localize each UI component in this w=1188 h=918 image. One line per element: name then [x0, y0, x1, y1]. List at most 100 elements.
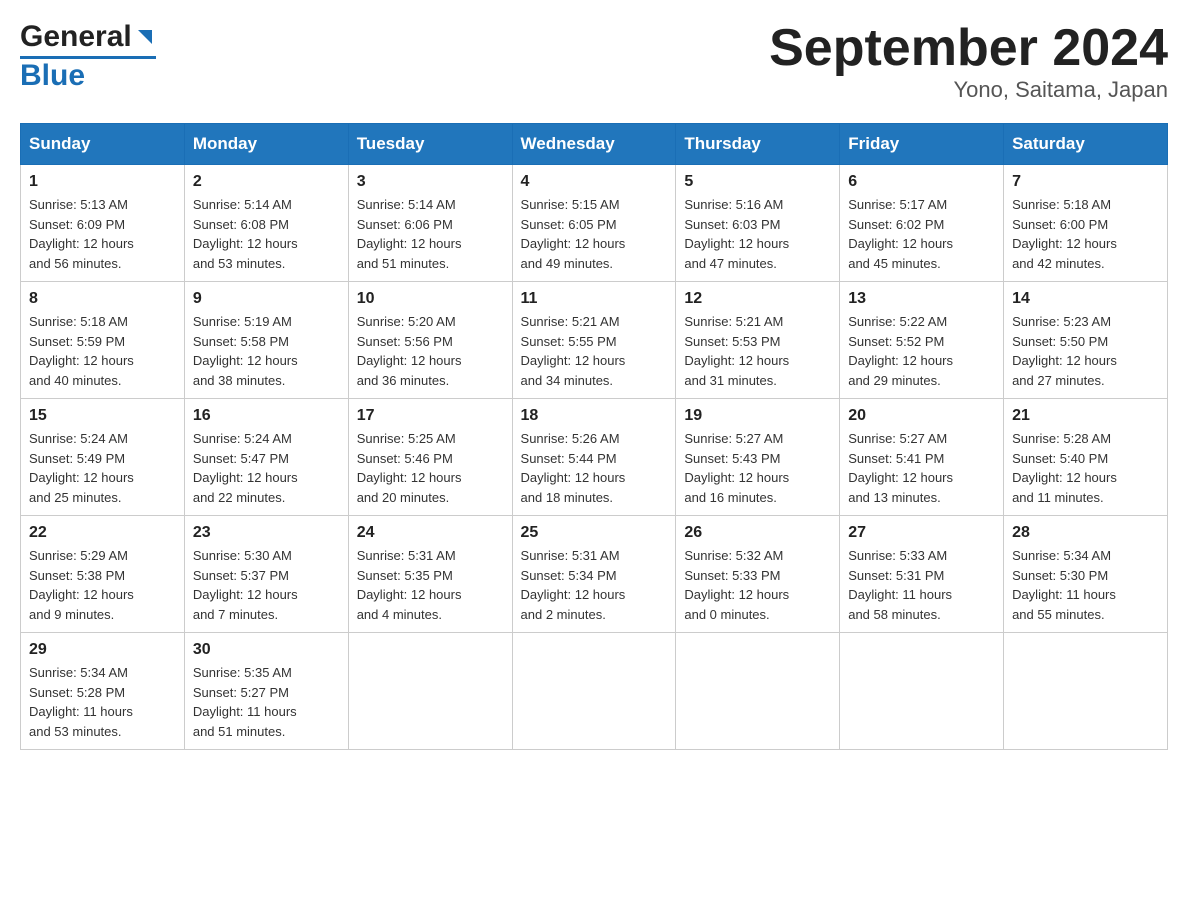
header-thursday: Thursday: [676, 124, 840, 165]
day-info: Sunrise: 5:26 AMSunset: 5:44 PMDaylight:…: [521, 429, 668, 507]
logo: General Blue: [20, 20, 156, 93]
calendar-cell: 24 Sunrise: 5:31 AMSunset: 5:35 PMDaylig…: [348, 516, 512, 633]
day-number: 20: [848, 407, 995, 425]
day-info: Sunrise: 5:29 AMSunset: 5:38 PMDaylight:…: [29, 546, 176, 624]
calendar-week-1: 1 Sunrise: 5:13 AMSunset: 6:09 PMDayligh…: [21, 165, 1168, 282]
day-info: Sunrise: 5:24 AMSunset: 5:47 PMDaylight:…: [193, 429, 340, 507]
header-friday: Friday: [840, 124, 1004, 165]
day-number: 24: [357, 524, 504, 542]
day-info: Sunrise: 5:31 AMSunset: 5:35 PMDaylight:…: [357, 546, 504, 624]
calendar-cell: 14 Sunrise: 5:23 AMSunset: 5:50 PMDaylig…: [1004, 282, 1168, 399]
day-info: Sunrise: 5:18 AMSunset: 5:59 PMDaylight:…: [29, 312, 176, 390]
calendar-week-3: 15 Sunrise: 5:24 AMSunset: 5:49 PMDaylig…: [21, 399, 1168, 516]
header-saturday: Saturday: [1004, 124, 1168, 165]
day-info: Sunrise: 5:14 AMSunset: 6:06 PMDaylight:…: [357, 195, 504, 273]
day-number: 28: [1012, 524, 1159, 542]
calendar-cell: 5 Sunrise: 5:16 AMSunset: 6:03 PMDayligh…: [676, 165, 840, 282]
day-info: Sunrise: 5:31 AMSunset: 5:34 PMDaylight:…: [521, 546, 668, 624]
calendar-cell: [676, 633, 840, 750]
day-number: 29: [29, 641, 176, 659]
calendar-cell: 21 Sunrise: 5:28 AMSunset: 5:40 PMDaylig…: [1004, 399, 1168, 516]
calendar-week-4: 22 Sunrise: 5:29 AMSunset: 5:38 PMDaylig…: [21, 516, 1168, 633]
day-number: 26: [684, 524, 831, 542]
day-info: Sunrise: 5:22 AMSunset: 5:52 PMDaylight:…: [848, 312, 995, 390]
calendar-title: September 2024: [769, 20, 1168, 77]
day-info: Sunrise: 5:21 AMSunset: 5:53 PMDaylight:…: [684, 312, 831, 390]
header-sunday: Sunday: [21, 124, 185, 165]
header-tuesday: Tuesday: [348, 124, 512, 165]
day-number: 15: [29, 407, 176, 425]
day-number: 9: [193, 290, 340, 308]
page-header: General Blue September 2024 Yono, Saitam…: [20, 20, 1168, 103]
calendar-cell: 7 Sunrise: 5:18 AMSunset: 6:00 PMDayligh…: [1004, 165, 1168, 282]
day-info: Sunrise: 5:21 AMSunset: 5:55 PMDaylight:…: [521, 312, 668, 390]
calendar-cell: 12 Sunrise: 5:21 AMSunset: 5:53 PMDaylig…: [676, 282, 840, 399]
day-info: Sunrise: 5:14 AMSunset: 6:08 PMDaylight:…: [193, 195, 340, 273]
day-number: 5: [684, 173, 831, 191]
day-info: Sunrise: 5:16 AMSunset: 6:03 PMDaylight:…: [684, 195, 831, 273]
calendar-cell: 30 Sunrise: 5:35 AMSunset: 5:27 PMDaylig…: [184, 633, 348, 750]
day-info: Sunrise: 5:27 AMSunset: 5:43 PMDaylight:…: [684, 429, 831, 507]
calendar-cell: [840, 633, 1004, 750]
calendar-cell: 18 Sunrise: 5:26 AMSunset: 5:44 PMDaylig…: [512, 399, 676, 516]
calendar-cell: 1 Sunrise: 5:13 AMSunset: 6:09 PMDayligh…: [21, 165, 185, 282]
calendar-cell: 17 Sunrise: 5:25 AMSunset: 5:46 PMDaylig…: [348, 399, 512, 516]
calendar-cell: 20 Sunrise: 5:27 AMSunset: 5:41 PMDaylig…: [840, 399, 1004, 516]
day-number: 19: [684, 407, 831, 425]
day-number: 23: [193, 524, 340, 542]
day-number: 4: [521, 173, 668, 191]
calendar-cell: 2 Sunrise: 5:14 AMSunset: 6:08 PMDayligh…: [184, 165, 348, 282]
calendar-subtitle: Yono, Saitama, Japan: [769, 77, 1168, 103]
day-info: Sunrise: 5:27 AMSunset: 5:41 PMDaylight:…: [848, 429, 995, 507]
calendar-cell: [348, 633, 512, 750]
calendar-cell: 9 Sunrise: 5:19 AMSunset: 5:58 PMDayligh…: [184, 282, 348, 399]
calendar-cell: 26 Sunrise: 5:32 AMSunset: 5:33 PMDaylig…: [676, 516, 840, 633]
day-number: 18: [521, 407, 668, 425]
day-info: Sunrise: 5:34 AMSunset: 5:30 PMDaylight:…: [1012, 546, 1159, 624]
calendar-cell: 4 Sunrise: 5:15 AMSunset: 6:05 PMDayligh…: [512, 165, 676, 282]
day-info: Sunrise: 5:18 AMSunset: 6:00 PMDaylight:…: [1012, 195, 1159, 273]
calendar-cell: 29 Sunrise: 5:34 AMSunset: 5:28 PMDaylig…: [21, 633, 185, 750]
day-info: Sunrise: 5:20 AMSunset: 5:56 PMDaylight:…: [357, 312, 504, 390]
day-number: 27: [848, 524, 995, 542]
day-info: Sunrise: 5:30 AMSunset: 5:37 PMDaylight:…: [193, 546, 340, 624]
day-number: 16: [193, 407, 340, 425]
day-info: Sunrise: 5:15 AMSunset: 6:05 PMDaylight:…: [521, 195, 668, 273]
day-number: 10: [357, 290, 504, 308]
day-number: 22: [29, 524, 176, 542]
day-info: Sunrise: 5:25 AMSunset: 5:46 PMDaylight:…: [357, 429, 504, 507]
logo-arrow-icon: [134, 26, 156, 53]
calendar-cell: 27 Sunrise: 5:33 AMSunset: 5:31 PMDaylig…: [840, 516, 1004, 633]
logo-general-text: General: [20, 20, 132, 54]
calendar-cell: [1004, 633, 1168, 750]
day-number: 2: [193, 173, 340, 191]
calendar-cell: 8 Sunrise: 5:18 AMSunset: 5:59 PMDayligh…: [21, 282, 185, 399]
header-wednesday: Wednesday: [512, 124, 676, 165]
calendar-cell: 25 Sunrise: 5:31 AMSunset: 5:34 PMDaylig…: [512, 516, 676, 633]
calendar-cell: 19 Sunrise: 5:27 AMSunset: 5:43 PMDaylig…: [676, 399, 840, 516]
calendar-cell: 3 Sunrise: 5:14 AMSunset: 6:06 PMDayligh…: [348, 165, 512, 282]
day-number: 12: [684, 290, 831, 308]
calendar-week-5: 29 Sunrise: 5:34 AMSunset: 5:28 PMDaylig…: [21, 633, 1168, 750]
day-info: Sunrise: 5:19 AMSunset: 5:58 PMDaylight:…: [193, 312, 340, 390]
day-number: 7: [1012, 173, 1159, 191]
day-info: Sunrise: 5:28 AMSunset: 5:40 PMDaylight:…: [1012, 429, 1159, 507]
day-number: 6: [848, 173, 995, 191]
day-info: Sunrise: 5:35 AMSunset: 5:27 PMDaylight:…: [193, 663, 340, 741]
day-info: Sunrise: 5:24 AMSunset: 5:49 PMDaylight:…: [29, 429, 176, 507]
calendar-cell: 16 Sunrise: 5:24 AMSunset: 5:47 PMDaylig…: [184, 399, 348, 516]
calendar-cell: 10 Sunrise: 5:20 AMSunset: 5:56 PMDaylig…: [348, 282, 512, 399]
calendar-week-2: 8 Sunrise: 5:18 AMSunset: 5:59 PMDayligh…: [21, 282, 1168, 399]
day-info: Sunrise: 5:13 AMSunset: 6:09 PMDaylight:…: [29, 195, 176, 273]
day-number: 3: [357, 173, 504, 191]
calendar-table: Sunday Monday Tuesday Wednesday Thursday…: [20, 123, 1168, 750]
day-number: 30: [193, 641, 340, 659]
calendar-cell: [512, 633, 676, 750]
day-number: 17: [357, 407, 504, 425]
day-number: 11: [521, 290, 668, 308]
day-number: 1: [29, 173, 176, 191]
day-info: Sunrise: 5:23 AMSunset: 5:50 PMDaylight:…: [1012, 312, 1159, 390]
calendar-cell: 13 Sunrise: 5:22 AMSunset: 5:52 PMDaylig…: [840, 282, 1004, 399]
day-number: 21: [1012, 407, 1159, 425]
day-number: 8: [29, 290, 176, 308]
